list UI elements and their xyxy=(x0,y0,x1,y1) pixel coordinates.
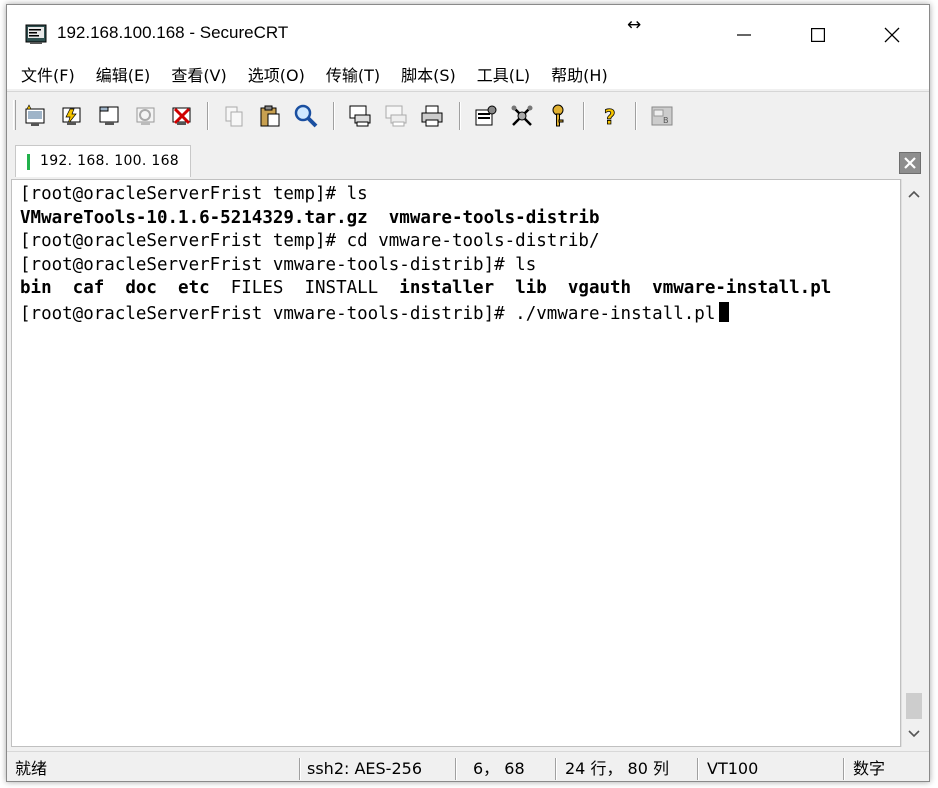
copy-icon[interactable] xyxy=(221,103,247,129)
toolbar-separator xyxy=(207,102,209,130)
status-cipher: ssh2: AES-256 xyxy=(307,759,422,778)
menu-tools[interactable]: 工具(L) xyxy=(477,63,530,89)
paste-icon[interactable] xyxy=(257,103,283,129)
toolbar-separator xyxy=(333,102,335,130)
maximize-button[interactable] xyxy=(793,15,843,55)
terminal-text: bin caf doc etc xyxy=(20,278,231,298)
status-dimensions: 24 行， 80 列 xyxy=(565,759,669,778)
terminal-line: [root@oracleServerFrist vmware-tools-dis… xyxy=(20,301,730,324)
disconnect-icon[interactable] xyxy=(169,103,195,129)
close-icon xyxy=(884,27,900,43)
connection-status-indicator xyxy=(27,154,30,170)
status-cursor-position: 6， 68 xyxy=(473,759,525,778)
session-tab[interactable]: 192. 168. 100. 168 xyxy=(15,145,191,177)
menu-transfer[interactable]: 传输(T) xyxy=(326,63,380,89)
close-window-button[interactable] xyxy=(867,15,917,55)
terminal-text: [root@oracleServerFrist temp]# cd vmware… xyxy=(20,231,600,251)
session-tab-label: 192. 168. 100. 168 xyxy=(40,153,179,169)
status-divider xyxy=(555,758,557,780)
menu-help[interactable]: 帮助(H) xyxy=(551,63,608,89)
status-divider xyxy=(299,758,301,780)
connect-in-tab-icon[interactable] xyxy=(97,103,123,129)
window-title: 192.168.100.168 - SecureCRT xyxy=(57,23,289,42)
status-numlock: 数字 xyxy=(853,759,886,778)
scrollbar-thumb[interactable] xyxy=(906,693,922,719)
svg-text:B: B xyxy=(663,116,669,125)
global-options-icon[interactable] xyxy=(509,103,535,129)
key-generation-icon[interactable] xyxy=(545,103,571,129)
find-icon[interactable] xyxy=(293,103,319,129)
menu-edit[interactable]: 编辑(E) xyxy=(96,63,151,89)
chevron-up-icon xyxy=(908,190,920,198)
quick-connect-icon[interactable] xyxy=(59,103,85,129)
toolbar: ? B xyxy=(7,91,929,141)
status-divider xyxy=(455,758,457,780)
securecrt-app-icon xyxy=(25,24,47,44)
terminal-output[interactable]: [root@oracleServerFrist temp]# ls VMwareT… xyxy=(11,179,901,747)
menu-options[interactable]: 选项(O) xyxy=(248,63,305,89)
toolbar-separator xyxy=(635,102,637,130)
status-emulation: VT100 xyxy=(707,759,759,778)
terminal-line: VMwareTools-10.1.6-5214329.tar.gz vmware… xyxy=(20,208,599,228)
svg-text:?: ? xyxy=(604,105,616,129)
minimize-icon xyxy=(737,34,751,36)
connect-icon[interactable] xyxy=(23,103,49,129)
toolbar-separator xyxy=(583,102,585,130)
minimize-button[interactable] xyxy=(719,15,769,55)
securecrt-window: 192.168.100.168 - SecureCRT ↔ 文件(F) 编辑(E… xyxy=(6,4,930,782)
chevron-down-icon xyxy=(908,730,920,738)
print-setup-icon[interactable] xyxy=(347,103,373,129)
menu-file[interactable]: 文件(F) xyxy=(21,63,75,89)
sftp-icon[interactable]: B xyxy=(649,103,675,129)
status-ready: 就绪 xyxy=(15,759,48,778)
maximize-icon xyxy=(811,28,825,42)
toolbar-separator xyxy=(459,102,461,130)
menu-bar: 文件(F) 编辑(E) 查看(V) 选项(O) 传输(T) 脚本(S) 工具(L… xyxy=(7,63,929,89)
title-bar[interactable]: 192.168.100.168 - SecureCRT ↔ xyxy=(7,5,929,63)
close-icon xyxy=(904,157,916,169)
terminal-text: VMwareTools-10.1.6-5214329.tar.gz vmware… xyxy=(20,207,600,228)
print-icon[interactable] xyxy=(419,103,445,129)
terminal-line: [root@oracleServerFrist temp]# cd vmware… xyxy=(20,231,599,251)
terminal-text: [root@oracleServerFrist temp]# ls xyxy=(20,184,368,204)
session-options-icon[interactable] xyxy=(473,103,499,129)
terminal-line: [root@oracleServerFrist vmware-tools-dis… xyxy=(20,255,536,275)
terminal-line: [root@oracleServerFrist temp]# ls xyxy=(20,184,368,204)
session-tab-strip: 192. 168. 100. 168 xyxy=(7,142,929,178)
reconnect-icon[interactable] xyxy=(133,103,159,129)
print-selection-icon[interactable] xyxy=(383,103,409,129)
terminal-text: [root@oracleServerFrist vmware-tools-dis… xyxy=(20,254,537,275)
terminal-text: [root@oracleServerFrist vmware-tools-dis… xyxy=(20,303,716,324)
terminal-text: FILES INSTALL xyxy=(230,278,400,298)
status-divider xyxy=(843,758,845,780)
toolbar-grip[interactable] xyxy=(13,100,16,130)
status-bar: 就绪 ssh2: AES-256 6， 68 24 行， 80 列 VT100 … xyxy=(7,751,929,781)
menu-view[interactable]: 查看(V) xyxy=(171,63,226,89)
vertical-scrollbar[interactable] xyxy=(901,179,925,747)
terminal-text: installer lib vgauth vmware-install.pl xyxy=(399,278,832,298)
menu-script[interactable]: 脚本(S) xyxy=(401,63,456,89)
scroll-down-button[interactable] xyxy=(902,723,926,745)
terminal-cursor xyxy=(719,301,730,322)
help-icon[interactable]: ? xyxy=(597,103,623,129)
terminal-line: bin caf doc etc FILES INSTALL installer … xyxy=(20,278,831,298)
scroll-up-button[interactable] xyxy=(902,183,926,205)
resize-arrows-icon: ↔ xyxy=(627,15,642,35)
close-tab-button[interactable] xyxy=(899,152,921,174)
status-divider xyxy=(697,758,699,780)
